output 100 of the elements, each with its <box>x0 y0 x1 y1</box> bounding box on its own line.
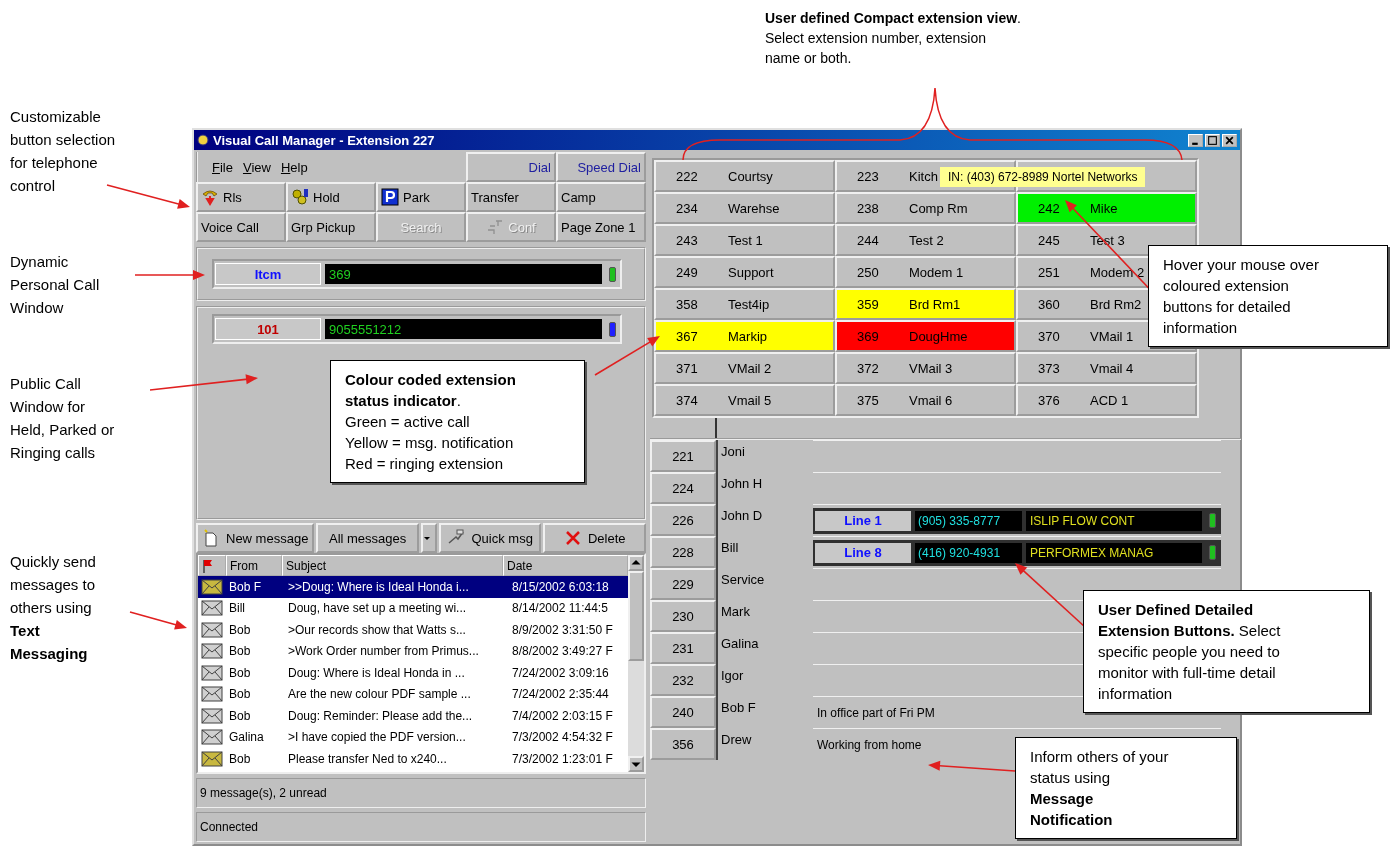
extension-number: 243 <box>675 232 699 248</box>
extension-button[interactable]: 228 <box>650 536 716 568</box>
message-row[interactable]: Bob >Our records show that Watts s... 8/9/2002 3:31:50 F <box>198 619 628 641</box>
extension-name: Modem 2 <box>1089 264 1145 280</box>
quick-message-icon <box>447 529 466 547</box>
message-row[interactable]: Bob Doug: Where is Ideal Honda in ... 7/24/2002 3:09:16 <box>198 662 628 684</box>
annotation-text: Public Call Window for Held, Parked or Ringing calls <box>10 374 115 463</box>
toolbar-button[interactable]: Page Zone 1 <box>556 212 646 242</box>
toolbar-button[interactable]: Grp Pickup <box>286 212 376 242</box>
extension-button[interactable]: 232 <box>650 664 716 696</box>
sender-text: Bill <box>228 601 246 616</box>
minimize-icon[interactable] <box>1188 133 1203 147</box>
message-toolbar-button[interactable]: Quick msg <box>438 523 542 553</box>
extension-name: Bob F <box>716 696 813 728</box>
date-text: 8/9/2002 3:31:50 F <box>511 622 614 637</box>
extension-button[interactable]: 230 <box>650 600 716 632</box>
annotation-text: Customizable button selection for telephone control <box>10 107 116 196</box>
toolbar-button[interactable]: Hold <box>286 182 376 212</box>
extension-button[interactable]: 222 Courtsy <box>654 160 835 192</box>
column-header[interactable]: Subject <box>282 555 503 576</box>
extension-button[interactable]: 231 <box>650 632 716 664</box>
maximize-icon[interactable] <box>1205 133 1220 147</box>
close-icon[interactable] <box>1222 133 1237 147</box>
message-toolbar-button[interactable]: New message <box>196 523 315 553</box>
extension-button[interactable]: 373 Vmail 4 <box>1016 352 1197 384</box>
sender-text: Bob F <box>228 579 262 594</box>
extension-number: 359 <box>856 296 880 312</box>
message-row[interactable]: Bob Doug: Reminder: Please add the... 7/4/2002 2:03:15 F <box>198 705 628 727</box>
extension-button[interactable]: 243 Test 1 <box>654 224 835 256</box>
annotation-text: User defined Compact extension view. Select extension number, extension name or both. <box>765 9 1021 68</box>
pointer-arrow <box>1015 563 1086 628</box>
extension-button[interactable]: 229 <box>650 568 716 600</box>
new-page-icon <box>202 529 220 547</box>
extension-name: VMail 2 <box>727 360 772 376</box>
flag-column-header[interactable] <box>198 555 226 576</box>
message-row[interactable]: Bob >Work Order number from Primus... 8/8/2002 3:49:27 F <box>198 640 628 662</box>
message-row[interactable]: Bob F >>Doug: Where is Ideal Honda i... 8/15/2002 6:03:18 <box>198 576 628 598</box>
extension-name: ACD 1 <box>1089 392 1129 408</box>
app-icon <box>197 134 209 146</box>
extension-number: 250 <box>856 264 880 280</box>
message-row[interactable]: Bob Please transfer Ned to x240... 7/3/2002 1:23:01 F <box>198 748 628 770</box>
status-note: In office part of Fri PM <box>816 705 935 720</box>
toolbar-button[interactable]: Transfer <box>466 182 556 212</box>
extension-button[interactable]: 371 VMail 2 <box>654 352 835 384</box>
extension-button[interactable]: 226 <box>650 504 716 536</box>
extension-button[interactable]: 374 Vmail 5 <box>654 384 835 416</box>
extension-button[interactable]: 356 <box>650 728 716 760</box>
toolbar-button[interactable]: Camp <box>556 182 646 212</box>
window-title: Visual Call Manager - Extension 227 <box>213 132 436 148</box>
toolbar-button[interactable]: Rls <box>196 182 286 212</box>
annotation-text: Quickly send messages to others using Text Messaging <box>10 552 96 664</box>
conference-icon <box>486 218 505 236</box>
menu-item[interactable]: File <box>212 159 233 175</box>
extension-button[interactable]: 224 <box>650 472 716 504</box>
column-header[interactable]: From <box>226 555 282 576</box>
dial-button[interactable]: Dial <box>466 152 556 182</box>
extension-button[interactable]: 234 Warehse <box>654 192 835 224</box>
pointer-arrow <box>594 336 660 376</box>
extension-button[interactable]: 238 Comp Rm <box>835 192 1016 224</box>
extension-button[interactable]: 375 Vmail 6 <box>835 384 1016 416</box>
message-toolbar-button[interactable]: All messages <box>316 523 419 553</box>
message-row[interactable]: Bob Are the new colour PDF sample ... 7/24/2002 2:35:44 <box>198 683 628 705</box>
line-label: Line 1 <box>815 510 911 531</box>
extension-name: DougHme <box>908 328 968 344</box>
extension-number: 249 <box>675 264 699 280</box>
menu-item[interactable]: View <box>242 159 271 175</box>
sender-text: Bob <box>228 751 252 766</box>
extension-button[interactable]: 359 Brd Rm1 <box>835 288 1016 320</box>
extension-button[interactable]: 221 <box>650 440 716 472</box>
sender-text: Galina <box>228 730 265 745</box>
scrollbar[interactable] <box>628 555 644 772</box>
message-toolbar-button[interactable]: Delete <box>543 523 646 553</box>
extension-name: Test 1 <box>727 232 763 248</box>
extension-button[interactable]: 358 Test4ip <box>654 288 835 320</box>
message-row[interactable]: Galina >I have copied the PDF version... 7/3/2002 4:54:32 F <box>198 726 628 748</box>
extension-number: 372 <box>856 360 880 376</box>
extension-number: 367 <box>675 328 699 344</box>
menu-item[interactable]: Help <box>280 159 308 175</box>
status-led <box>609 321 616 337</box>
extension-name: Vmail 4 <box>1089 360 1134 376</box>
extension-name: Vmail 6 <box>908 392 953 408</box>
column-header[interactable]: Date <box>503 555 628 576</box>
extension-button[interactable]: 369 DougHme <box>835 320 1016 352</box>
extension-button[interactable]: 376 ACD 1 <box>1016 384 1197 416</box>
extension-button[interactable]: 242 Mike <box>1016 192 1197 224</box>
toolbar-button[interactable]: Voice Call <box>196 212 286 242</box>
extension-button[interactable]: 249 Support <box>654 256 835 288</box>
dial-button[interactable]: Speed Dial <box>556 152 646 182</box>
message-row[interactable]: Bill Doug, have set up a meeting wi... 8/14/2002 11:44:5 <box>198 597 628 619</box>
extension-button[interactable]: 250 Modem 1 <box>835 256 1016 288</box>
extension-number: 371 <box>675 360 699 376</box>
extension-number: 375 <box>856 392 880 408</box>
extension-number: 222 <box>675 168 699 184</box>
sender-text: Bob <box>228 708 252 723</box>
extension-button[interactable]: 372 VMail 3 <box>835 352 1016 384</box>
toolbar-button[interactable]: Park <box>376 182 466 212</box>
extension-button[interactable]: 240 <box>650 696 716 728</box>
caller-name-display: PERFORMEX MANAG <box>1026 542 1202 563</box>
extension-button[interactable]: 244 Test 2 <box>835 224 1016 256</box>
extension-button[interactable]: 367 Markip <box>654 320 835 352</box>
